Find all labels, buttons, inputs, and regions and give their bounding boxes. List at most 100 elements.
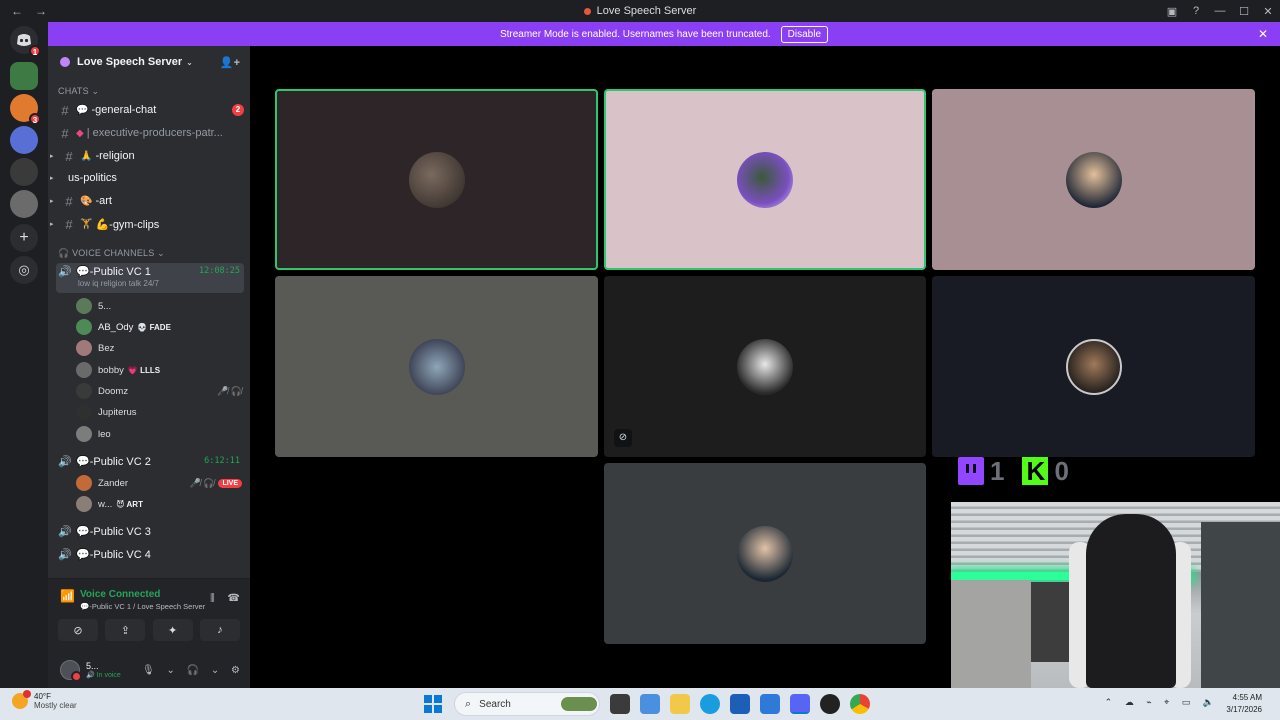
voice-channel-public-vc-3[interactable]: 🔊 💬-Public VC 3 [56,523,244,539]
mention-badge: 2 [232,104,244,116]
hash-icon: # [65,216,73,232]
channel-art[interactable]: ▸ # 🎨 -art [50,191,244,211]
video-tile[interactable] [275,89,598,270]
chevron-down-icon[interactable]: ⌄ [211,665,219,676]
voice-member[interactable]: w... 😈 ART [76,494,242,514]
server-icon[interactable] [10,126,38,154]
window-title-text: Love Speech Server [596,5,697,17]
voice-connected-status[interactable]: Voice Connected [80,589,205,600]
microphone-icon[interactable]: 🎙 [142,665,155,676]
category-chats[interactable]: CHATS ⌄ [58,86,99,97]
invite-people-icon[interactable]: 👤+ [220,56,240,69]
camera-off-button[interactable]: ⊘ [58,619,98,641]
voice-channel-name: 💬-Public VC 3 [76,525,151,538]
close-window-icon[interactable]: ✕ [1256,5,1280,18]
channel-general-chat[interactable]: # 💬 -general-chat 2 [56,100,244,120]
notification-badge: 1 [29,45,41,57]
voice-member[interactable]: Doomz 🎤̸ 🎧̸ [76,381,242,401]
edge-browser-icon[interactable] [700,694,720,714]
voice-member[interactable]: bobby 💗 LLLS [76,360,242,380]
voice-channel-public-vc-4[interactable]: 🔊 💬-Public VC 4 [56,546,244,562]
minimize-icon[interactable]: — [1208,5,1232,17]
video-tile[interactable] [932,276,1255,457]
speaker-icon: 🔊 [58,548,72,561]
volume-icon[interactable]: 🔈 [1203,697,1214,707]
task-view-icon[interactable] [610,694,630,714]
expand-arrow-icon: ▸ [50,175,54,182]
headphones-icon[interactable]: 🎧 [187,665,199,676]
voice-member[interactable]: leo [76,424,242,444]
channel-executive-producers[interactable]: # ◆ | executive-producers-patr... [56,123,244,143]
disable-streamer-mode-button[interactable]: Disable [780,25,829,43]
video-tile[interactable] [604,89,926,270]
expand-arrow-icon: ▸ [50,153,54,160]
video-tile[interactable] [604,463,926,644]
server-icon-active[interactable] [10,62,38,90]
onedrive-icon[interactable]: ☁ [1125,697,1134,707]
disconnect-icon[interactable]: ☎ [228,593,240,604]
location-icon[interactable]: ⌖ [1164,697,1169,707]
participant-avatar [1065,338,1122,395]
noise-suppression-icon[interactable]: ⫼ [210,593,215,604]
gear-icon[interactable]: ⚙ [231,665,240,676]
explore-compass-icon[interactable]: ◎ [10,256,38,284]
store-icon[interactable] [730,694,750,714]
category-voice-channels[interactable]: 🎧 VOICE CHANNELS ⌄ [58,248,165,259]
inbox-icon[interactable]: ▣ [1160,5,1184,18]
voice-channel-public-vc-2[interactable]: 🔊 💬-Public VC 2 6:12:11 [56,453,244,469]
network-icon[interactable]: ⌁ [1146,697,1151,707]
banner-close-icon[interactable]: ✕ [1258,27,1268,41]
voice-channel-public-vc-1[interactable]: 🔊 💬-Public VC 1 12:08:25 low iq religion… [56,263,244,293]
member-name: 5... [98,300,112,312]
add-server-icon[interactable]: + [10,224,38,252]
viewer-counters: 1 0 [958,456,1087,487]
user-status: 🔊 In voice [86,672,121,679]
voice-member[interactable]: Jupiterus [76,402,242,422]
video-tile[interactable]: ⊘ [604,276,926,457]
windows-taskbar: 40°F Mostly clear ⌕ Search ⌃ ☁ ⌁ ⌖ ▭ 🔈 4:… [0,688,1280,720]
channel-gym-clips[interactable]: ▸ # 🏋 💪-gym-clips [50,214,244,234]
member-tag: 💗 LLLS [127,365,161,375]
signal-icon[interactable]: 📶 [60,589,80,611]
server-header[interactable]: Love Speech Server ⌄ 👤+ [48,46,250,78]
video-tile[interactable] [275,276,598,457]
maximize-icon[interactable]: ☐ [1232,5,1256,18]
file-explorer-icon[interactable] [670,694,690,714]
server-icon[interactable] [10,158,38,186]
server-badge-icon [60,57,70,67]
discord-home-icon[interactable]: 1 [10,26,41,57]
chevron-down-icon[interactable]: ⌄ [166,665,174,676]
user-avatar[interactable] [60,660,82,682]
share-screen-button[interactable]: ⇪ [105,619,146,641]
member-name: Doomz [98,385,129,397]
video-tile[interactable] [932,89,1255,270]
server-icon[interactable] [10,190,38,218]
channel-name: -religion [95,150,135,162]
obs-icon[interactable] [820,694,840,714]
channel-religion[interactable]: ▸ # 🙏 -religion [50,146,244,166]
activities-button[interactable]: ✦ [152,619,193,641]
voice-member[interactable]: 5... [76,296,242,316]
windows-start-icon[interactable] [424,695,442,713]
help-icon[interactable]: ? [1184,5,1208,17]
widgets-icon[interactable] [640,694,660,714]
mail-icon[interactable] [760,694,780,714]
channel-us-politics[interactable]: ▸ us-politics [50,168,244,188]
participant-avatar [1065,151,1122,208]
voice-member[interactable]: AB_Ody 💀 FADE [76,317,242,337]
voice-member[interactable]: Zander 🎤̸ 🎧̸ LIVE [76,473,242,493]
chrome-icon[interactable] [850,694,870,714]
webcam-door [1201,522,1280,688]
voice-member[interactable]: Bez [76,338,242,358]
weather-widget[interactable]: 40°F Mostly clear [12,690,77,710]
display-icon[interactable]: ▭ [1182,697,1191,707]
channel-emoji: ◆ [76,127,84,139]
discord-taskbar-icon[interactable] [790,694,810,714]
member-tag: 😈 ART [116,499,143,509]
server-icon[interactable]: 3 [10,94,41,125]
taskbar-clock[interactable]: 4:55 AM 3/17/2026 [1226,692,1262,716]
taskbar-search[interactable]: ⌕ Search [454,692,600,716]
temperature: 40°F [34,692,51,701]
chevron-up-icon[interactable]: ⌃ [1105,697,1113,707]
soundboard-button[interactable]: ♪ [199,619,240,641]
